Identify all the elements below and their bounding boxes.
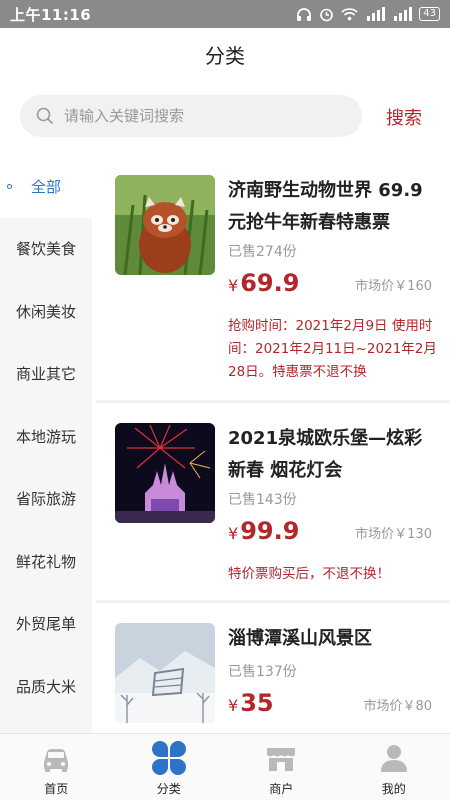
product-image-fireworks-castle[interactable] bbox=[115, 423, 215, 523]
page-title: 分类 bbox=[205, 43, 245, 68]
wifi-icon bbox=[341, 8, 358, 21]
bottom-nav: 首页 分类 商户 我的 bbox=[0, 733, 450, 800]
market-price: 市场价￥160 bbox=[355, 279, 432, 294]
nav-merchant[interactable]: 商户 bbox=[225, 734, 338, 800]
search-bar[interactable] bbox=[20, 95, 362, 137]
product-title[interactable]: 2021泉城欧乐堡—炫彩新春 烟花灯会 bbox=[228, 423, 438, 487]
price-value: 69.9 bbox=[240, 269, 300, 297]
currency-symbol: ¥ bbox=[228, 276, 239, 295]
sidebar-item-label: 外贸尾单 bbox=[15, 615, 76, 634]
nav-mine[interactable]: 我的 bbox=[338, 734, 450, 800]
sold-count: 已售137份 bbox=[228, 664, 297, 680]
sold-count: 已售143份 bbox=[228, 492, 297, 508]
status-bar: 上午11:16 43 bbox=[0, 0, 450, 28]
headphones-icon bbox=[297, 7, 312, 21]
nav-label: 首页 bbox=[44, 782, 69, 796]
category-sidebar: 全部 餐饮美食 休闲美妆 商业其它 本地游玩 省际旅游 鲜花礼物 外贸尾单 品质… bbox=[0, 155, 92, 733]
sidebar-item-interprovince-travel[interactable]: 省际旅游 bbox=[0, 468, 92, 531]
sidebar-item-label: 品质大米 bbox=[15, 677, 76, 696]
sidebar-item-label: 全部 bbox=[30, 177, 61, 196]
market-price: 市场价￥130 bbox=[355, 527, 432, 542]
price-value: 99.9 bbox=[240, 517, 300, 545]
sidebar-item-label: 餐饮美食 bbox=[15, 240, 76, 259]
currency-symbol: ¥ bbox=[228, 696, 239, 715]
nav-label: 我的 bbox=[381, 782, 406, 796]
sold-count: 已售274份 bbox=[228, 244, 297, 260]
product-image-red-panda[interactable] bbox=[115, 175, 215, 275]
sidebar-item-label: 商业其它 bbox=[15, 365, 76, 384]
price: ¥99.9 bbox=[228, 517, 299, 545]
sidebar-item-leisure-beauty[interactable]: 休闲美妆 bbox=[0, 280, 92, 343]
active-indicator bbox=[7, 184, 12, 189]
sidebar-item-local-fun[interactable]: 本地游玩 bbox=[0, 405, 92, 468]
currency-symbol: ¥ bbox=[228, 524, 239, 543]
alarm-icon bbox=[320, 8, 334, 21]
sidebar-item-label: 休闲美妆 bbox=[15, 302, 76, 321]
nav-label: 商户 bbox=[269, 782, 294, 796]
status-icons: 43 bbox=[296, 7, 440, 22]
sidebar-item-trade-surplus[interactable]: 外贸尾单 bbox=[0, 593, 92, 656]
sidebar-item-quality-rice[interactable]: 品质大米 bbox=[0, 655, 92, 718]
car-icon bbox=[44, 749, 69, 772]
search-button[interactable]: 搜索 bbox=[386, 104, 422, 130]
product-note: 特价票购买后，不退不换！ bbox=[228, 566, 390, 582]
product-list: 济南野生动物世界 69.9元抢牛年新春特惠票 已售274份 ¥69.9 市场价￥… bbox=[96, 155, 450, 733]
clover-icon bbox=[151, 741, 186, 775]
sidebar-item-food[interactable]: 餐饮美食 bbox=[0, 218, 92, 281]
sidebar-item-flowers-gifts[interactable]: 鲜花礼物 bbox=[0, 530, 92, 593]
price-value: 35 bbox=[240, 689, 274, 717]
market-price: 市场价￥80 bbox=[363, 699, 432, 714]
sidebar-item-all[interactable]: 全部 bbox=[0, 155, 92, 218]
price: ¥69.9 bbox=[228, 269, 299, 297]
search-input[interactable] bbox=[64, 107, 324, 125]
battery-icon: 43 bbox=[419, 7, 440, 21]
shop-icon bbox=[267, 748, 296, 771]
product-title[interactable]: 济南野生动物世界 69.9元抢牛年新春特惠票 bbox=[228, 175, 438, 239]
price: ¥35 bbox=[228, 689, 274, 717]
sidebar-item-business-other[interactable]: 商业其它 bbox=[0, 343, 92, 406]
nav-home[interactable]: 首页 bbox=[0, 734, 113, 800]
product-card[interactable]: 2021泉城欧乐堡—炫彩新春 烟花灯会 已售143份 ¥99.9 市场价￥130… bbox=[96, 403, 450, 603]
nav-category[interactable]: 分类 bbox=[113, 734, 226, 800]
product-card[interactable]: 济南野生动物世界 69.9元抢牛年新春特惠票 已售274份 ¥69.9 市场价￥… bbox=[96, 155, 450, 403]
product-title[interactable]: 淄博潭溪山风景区 bbox=[228, 623, 438, 655]
person-icon bbox=[380, 745, 407, 772]
signal-3g-icon bbox=[394, 7, 413, 21]
product-image-snowy-mountain[interactable] bbox=[115, 623, 215, 723]
product-card[interactable]: 淄博潭溪山风景区 已售137份 ¥35 市场价￥80 bbox=[96, 603, 450, 733]
sidebar-item-label: 本地游玩 bbox=[15, 427, 76, 446]
search-icon bbox=[36, 107, 54, 125]
product-note: 抢购时间：2021年2月9日 使用时间：2021年2月11日~2021年2月28… bbox=[228, 318, 437, 380]
signal-4g-icon bbox=[367, 7, 386, 21]
nav-label: 分类 bbox=[156, 782, 181, 796]
sidebar-item-label: 省际旅游 bbox=[15, 490, 76, 509]
status-time: 上午11:16 bbox=[10, 5, 92, 24]
search-row: 搜索 bbox=[0, 80, 450, 152]
sidebar-item-label: 鲜花礼物 bbox=[15, 552, 76, 571]
